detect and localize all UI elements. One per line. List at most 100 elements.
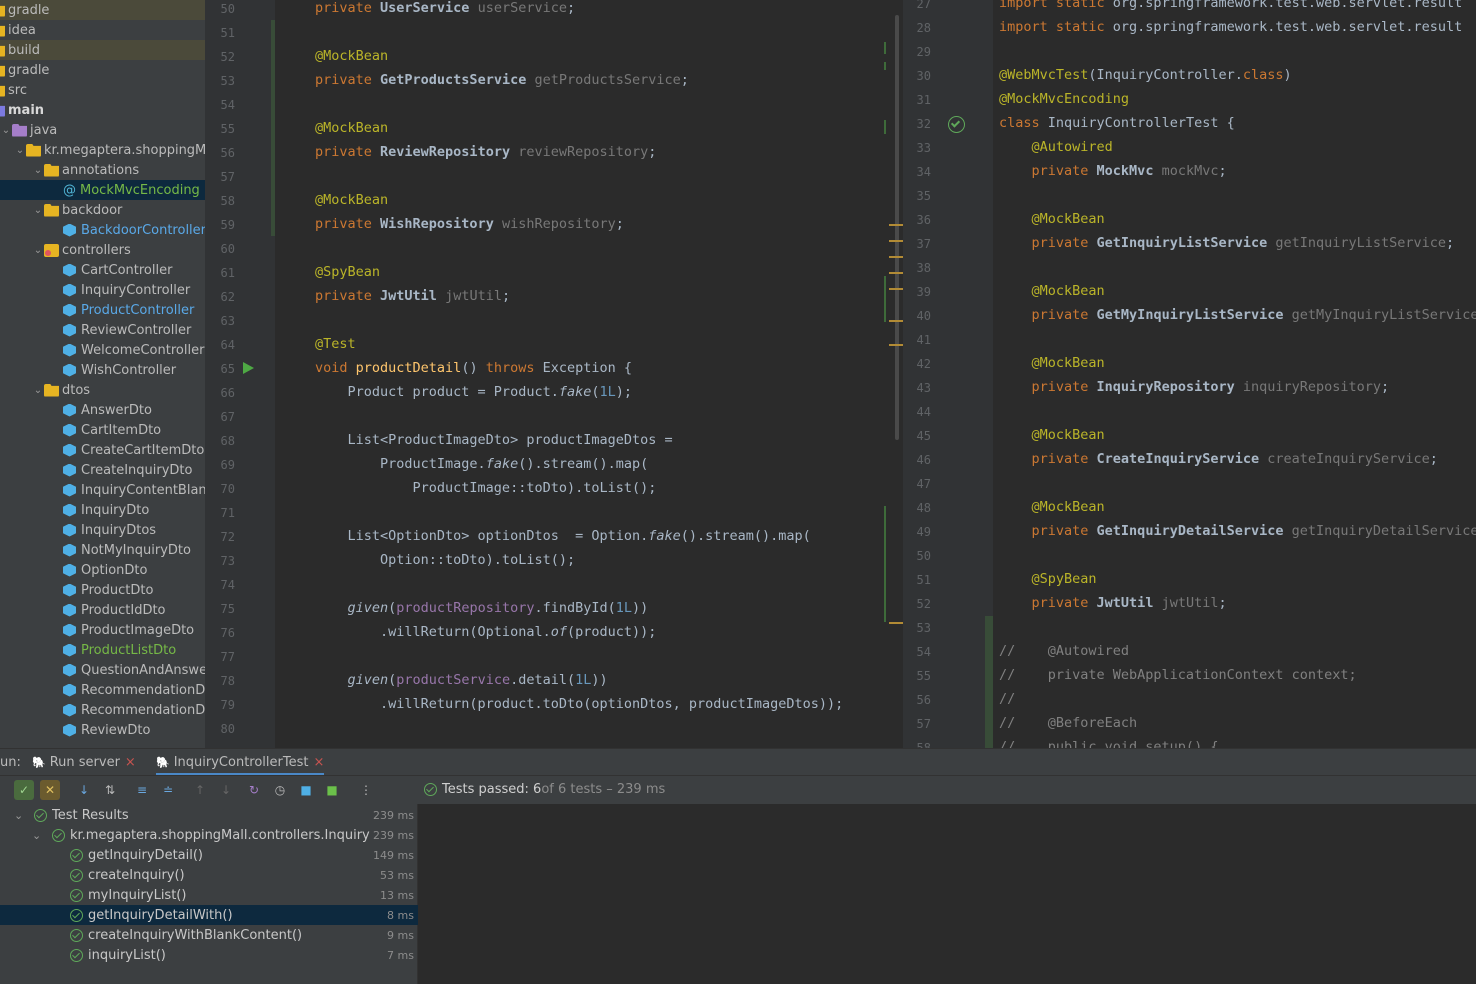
code-token: @SpyBean [315, 264, 381, 280]
test-duration: 7 ms [387, 948, 414, 962]
tree-item[interactable]: CartItemDto [0, 420, 205, 440]
tree-item[interactable]: WelcomeController [0, 340, 205, 360]
test-result-row[interactable]: myInquiryList() 13 ms [0, 885, 418, 905]
line-number: 31 [916, 93, 931, 107]
tree-item[interactable]: ProductListDto [0, 640, 205, 660]
tree-item[interactable]: CartController [0, 260, 205, 280]
left-editor[interactable]: private UserService userService; @MockBe… [275, 0, 903, 748]
code-token: of [550, 624, 567, 640]
chevron-down-icon[interactable]: ⌄ [32, 165, 44, 176]
collapse-all-icon[interactable]: ≐ [158, 780, 178, 800]
tree-item[interactable]: AnswerDto [0, 400, 205, 420]
tree-item[interactable]: InquiryContentBlankException [0, 480, 205, 500]
code-line: @SpyBean [999, 571, 1097, 587]
code-line: given(productService.detail(1L)) [315, 672, 608, 688]
tree-item[interactable]: src [0, 80, 205, 100]
code-token: .willReturn(product.toDto(optionDtos, pr… [315, 696, 844, 712]
tree-item[interactable]: CreateCartItemDto [0, 440, 205, 460]
tree-item[interactable]: ⌄ backdoor [0, 200, 205, 220]
tree-item[interactable]: OptionDto [0, 560, 205, 580]
tree-item[interactable]: ProductDto [0, 580, 205, 600]
tree-item[interactable]: ProductController [0, 300, 205, 320]
chevron-down-icon[interactable]: ⌄ [0, 125, 12, 136]
tree-item-label: RecommendationDto [81, 682, 205, 698]
tree-item[interactable]: ProductImageDto [0, 620, 205, 640]
code-token: ProductImage. [315, 456, 486, 472]
tree-item[interactable]: CreateInquiryDto [0, 460, 205, 480]
tree-item[interactable]: ⌄ controllers [0, 240, 205, 260]
chevron-down-icon[interactable]: ⌄ [14, 145, 26, 156]
tree-item[interactable]: gradle [0, 60, 205, 80]
tree-item[interactable]: ⌄ java [0, 120, 205, 140]
sort-duration-icon[interactable]: ⇅ [100, 780, 120, 800]
test-result-row[interactable]: inquiryList() 7 ms [0, 945, 418, 965]
chevron-down-icon[interactable]: ⌄ [32, 205, 44, 216]
right-editor[interactable]: import static org.springframework.test.w… [993, 0, 1476, 748]
run-test-icon[interactable] [243, 362, 254, 374]
more-options-icon[interactable]: ⋮ [356, 780, 376, 800]
test-result-row[interactable]: ⌄ kr.megaptera.shoppingMall.controllers.I… [0, 825, 418, 845]
test-duration: 239 ms [373, 808, 414, 822]
code-line: void productDetail() throws Exception { [315, 360, 632, 376]
test-console-output[interactable] [419, 804, 1476, 984]
tree-item[interactable]: @ MockMvcEncoding [0, 180, 205, 200]
tree-item-label: WelcomeController [81, 342, 205, 358]
tree-item[interactable]: BackdoorController [0, 220, 205, 240]
tree-item[interactable]: WishController [0, 360, 205, 380]
chevron-down-icon[interactable]: ⌄ [32, 385, 44, 396]
line-number: 52 [220, 50, 235, 64]
import-tests-icon[interactable]: ■ [296, 780, 316, 800]
code-line: import static org.springframework.test.w… [999, 0, 1462, 11]
code-token: ) [1283, 67, 1292, 83]
tree-item[interactable]: ReviewController [0, 320, 205, 340]
tree-item[interactable]: build [0, 40, 205, 60]
tree-item[interactable]: ⌄ dtos [0, 380, 205, 400]
tree-item[interactable]: InquiryDto [0, 500, 205, 520]
code-token: org.springframework.test.web.servlet.res… [1112, 19, 1463, 35]
tree-item[interactable]: NotMyInquiryDto [0, 540, 205, 560]
test-result-row[interactable]: createInquiryWithBlankContent() 9 ms [0, 925, 418, 945]
tree-item[interactable]: QuestionAndAnswerDto [0, 660, 205, 680]
sort-alpha-icon[interactable]: ↓ [74, 780, 94, 800]
test-result-row[interactable]: getInquiryDetailWith() 8 ms [0, 905, 418, 925]
show-passed-icon[interactable]: ✓ [14, 780, 34, 800]
project-tree[interactable]: gradle idea build gradle src main ⌄ java ⌄ kr.meg… [0, 0, 205, 748]
line-number: 47 [916, 477, 931, 491]
code-token: getInquiryListService [1275, 235, 1447, 251]
tree-item[interactable]: InquiryDtos [0, 520, 205, 540]
next-failed-icon[interactable]: ↓ [216, 780, 236, 800]
run-tab[interactable]: 🐘 Run server × [32, 755, 136, 770]
test-results-tree[interactable]: ⌄ Test Results 239 ms ⌄ kr.megaptera.shoppin… [0, 804, 418, 984]
close-icon[interactable]: × [313, 755, 324, 770]
tree-item[interactable]: InquiryController [0, 280, 205, 300]
tree-item[interactable]: RecommendationDto [0, 680, 205, 700]
tree-item[interactable]: main [0, 100, 205, 120]
code-line: @MockBean [999, 355, 1105, 371]
tree-item[interactable]: gradle [0, 0, 205, 20]
line-number: 40 [916, 309, 931, 323]
gradle-icon: 🐘 [156, 756, 170, 769]
test-result-row[interactable]: createInquiry() 53 ms [0, 865, 418, 885]
test-result-row[interactable]: getInquiryDetail() 149 ms [0, 845, 418, 865]
history-icon[interactable]: ◷ [270, 780, 290, 800]
rerun-icon[interactable]: ↻ [244, 780, 264, 800]
tree-item[interactable]: ProductIdDto [0, 600, 205, 620]
tree-item[interactable]: RecommendationDtos [0, 700, 205, 720]
chevron-down-icon[interactable]: ⌄ [32, 829, 46, 842]
left-editor-scrollbar[interactable] [893, 0, 903, 748]
close-icon[interactable]: × [125, 755, 136, 770]
chevron-down-icon[interactable]: ⌄ [14, 809, 28, 822]
test-result-row[interactable]: ⌄ Test Results 239 ms [0, 805, 418, 825]
run-tab[interactable]: 🐘 InquiryControllerTest × [156, 755, 325, 775]
export-tests-icon[interactable]: ■ [322, 780, 342, 800]
expand-all-icon[interactable]: ≡ [132, 780, 152, 800]
show-ignored-icon[interactable]: ✕ [40, 780, 60, 800]
tree-item[interactable]: ⌄ annotations [0, 160, 205, 180]
previous-failed-icon[interactable]: ↑ [190, 780, 210, 800]
test-passed-icon[interactable] [948, 116, 965, 133]
tree-item[interactable]: ⌄ kr.megaptera.shoppingMall [0, 140, 205, 160]
tree-item[interactable]: ReviewDto [0, 720, 205, 740]
tree-item-label: RecommendationDtos [81, 702, 205, 718]
chevron-down-icon[interactable]: ⌄ [32, 245, 44, 256]
tree-item[interactable]: idea [0, 20, 205, 40]
